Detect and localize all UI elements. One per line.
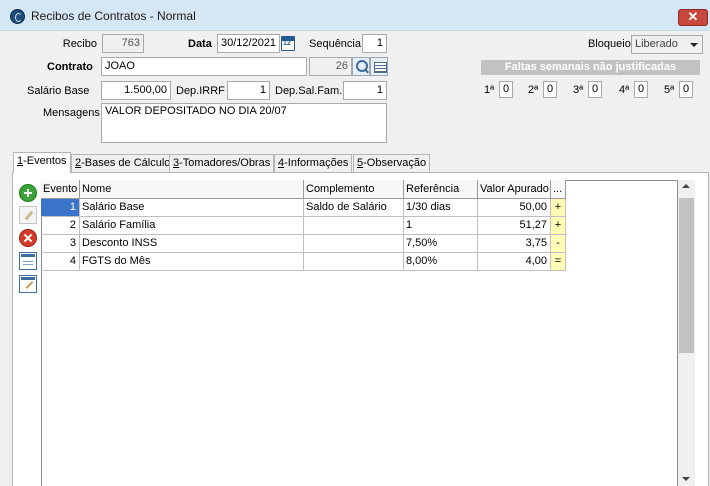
app-icon [10,9,25,24]
week-4-label: 4ª [619,84,630,96]
cell-valor[interactable]: 4,00 [478,253,551,271]
col-evento[interactable]: Evento [41,180,80,199]
cell-sinal[interactable]: + [551,217,566,235]
cell-sinal[interactable]: = [551,253,566,271]
close-button[interactable]: ✕ [678,9,708,26]
week-1-label: 1ª [484,84,495,96]
cell-referencia[interactable]: 1/30 dias [404,199,478,217]
salario-base-field[interactable]: 1.500,00 [101,81,171,100]
week-1-field[interactable]: 0 [499,81,513,98]
table-row[interactable]: 4 FGTS do Mês 8,00% 4,00 = [41,253,566,271]
grid-header: Evento Nome Complemento Referência Valor… [41,180,566,199]
tab-observacao-label: -Observação [363,157,427,169]
table-row[interactable]: 3 Desconto INSS 7,50% 3,75 - [41,235,566,253]
salario-base-label: Salário Base [27,85,90,97]
week-2-field[interactable]: 0 [543,81,557,98]
col-nome[interactable]: Nome [80,180,304,199]
cell-complemento[interactable] [304,253,404,271]
tab-tomadores-obras[interactable]: 3-Tomadores/Obras [169,154,275,172]
cell-complemento[interactable] [304,235,404,253]
cell-complemento[interactable]: Saldo de Salário [304,199,404,217]
cell-referencia[interactable]: 8,00% [404,253,478,271]
faltas-header: Faltas semanais não justificadas [481,60,700,75]
sequencia-field[interactable]: 1 [362,34,387,53]
cell-sinal[interactable]: - [551,235,566,253]
cell-complemento[interactable] [304,217,404,235]
cell-nome[interactable]: Desconto INSS [80,235,304,253]
week-2-label: 2ª [528,84,539,96]
cell-referencia[interactable]: 7,50% [404,235,478,253]
search-icon[interactable] [352,57,370,76]
week-3-label: 3ª [573,84,584,96]
vertical-scrollbar[interactable] [678,180,695,486]
tab-bases-calculo[interactable]: 2-Bases de Cálculo [71,154,175,172]
cell-sinal[interactable]: + [551,199,566,217]
grid-edit-icon[interactable] [19,275,37,293]
chevron-down-icon [690,43,698,47]
tab-eventos-label: -Eventos [23,155,67,167]
add-icon[interactable] [19,184,37,202]
col-sinal[interactable]: ... [551,180,566,199]
cell-nome[interactable]: Salário Família [80,217,304,235]
cell-valor[interactable]: 3,75 [478,235,551,253]
data-label: Data [188,38,212,50]
grid-icon[interactable] [19,252,37,270]
sequencia-label: Sequência [309,38,361,50]
week-5-field[interactable]: 0 [679,81,693,98]
recibo-label: Recibo [62,38,97,50]
week-4-field[interactable]: 0 [634,81,648,98]
table-row[interactable]: 1 Salário Base Saldo de Salário 1/30 dia… [41,199,566,217]
bloqueio-label: Bloqueio [588,38,631,50]
contrato-label: Contrato [47,61,93,73]
mensagens-label: Mensagens [43,107,100,119]
bloqueio-value: Liberado [635,38,678,50]
dep-irrf-field[interactable]: 1 [227,81,270,100]
tab-informacoes-label: -Informações [284,157,349,169]
table-row[interactable]: 2 Salário Família 1 51,27 + [41,217,566,235]
delete-icon[interactable] [19,229,37,247]
cell-referencia[interactable]: 1 [404,217,478,235]
contrato-field[interactable]: JOAO [101,57,307,76]
cell-evento[interactable]: 2 [41,217,80,235]
calendar-day: 12 [283,40,291,47]
data-field[interactable]: 30/12/2021 [217,34,280,53]
tab-eventos[interactable]: 1-Eventos [13,152,71,173]
week-3-field[interactable]: 0 [588,81,602,98]
cell-evento[interactable]: 3 [41,235,80,253]
mensagens-field[interactable]: VALOR DEPOSITADO NO DIA 20/07 [101,103,387,143]
bloqueio-select[interactable]: Liberado [631,35,703,54]
scroll-thumb[interactable] [679,198,694,353]
dep-salfam-label: Dep.Sal.Fam. [275,85,343,97]
dep-salfam-field[interactable]: 1 [343,81,387,100]
calendar-icon[interactable]: 12 [281,36,295,51]
tab-bases-label: -Bases de Cálculo [81,157,171,169]
dep-irrf-label: Dep.IRRF [176,85,225,97]
col-complemento[interactable]: Complemento [304,180,404,199]
cell-nome[interactable]: Salário Base [80,199,304,217]
cell-nome[interactable]: FGTS do Mês [80,253,304,271]
col-referencia[interactable]: Referência [404,180,478,199]
week-5-label: 5ª [664,84,675,96]
title-bar: Recibos de Contratos - Normal ✕ [0,0,710,31]
tab-informacoes[interactable]: 4-Informações [274,154,353,172]
contrato-code-field: 26 [309,57,352,76]
scroll-down-icon[interactable] [682,477,690,481]
recibo-field: 763 [102,34,144,53]
list-icon[interactable] [370,57,388,76]
col-valor-apurado[interactable]: Valor Apurado [478,180,551,199]
window-title: Recibos de Contratos - Normal [31,9,196,23]
cell-valor[interactable]: 51,27 [478,217,551,235]
cell-evento[interactable]: 1 [41,199,80,217]
cell-evento[interactable]: 4 [41,253,80,271]
scroll-up-icon[interactable] [682,184,690,188]
edit-icon[interactable] [19,206,37,224]
cell-valor[interactable]: 50,00 [478,199,551,217]
tab-tomadores-label: -Tomadores/Obras [179,157,271,169]
tab-observacao[interactable]: 5-Observação [353,154,431,172]
